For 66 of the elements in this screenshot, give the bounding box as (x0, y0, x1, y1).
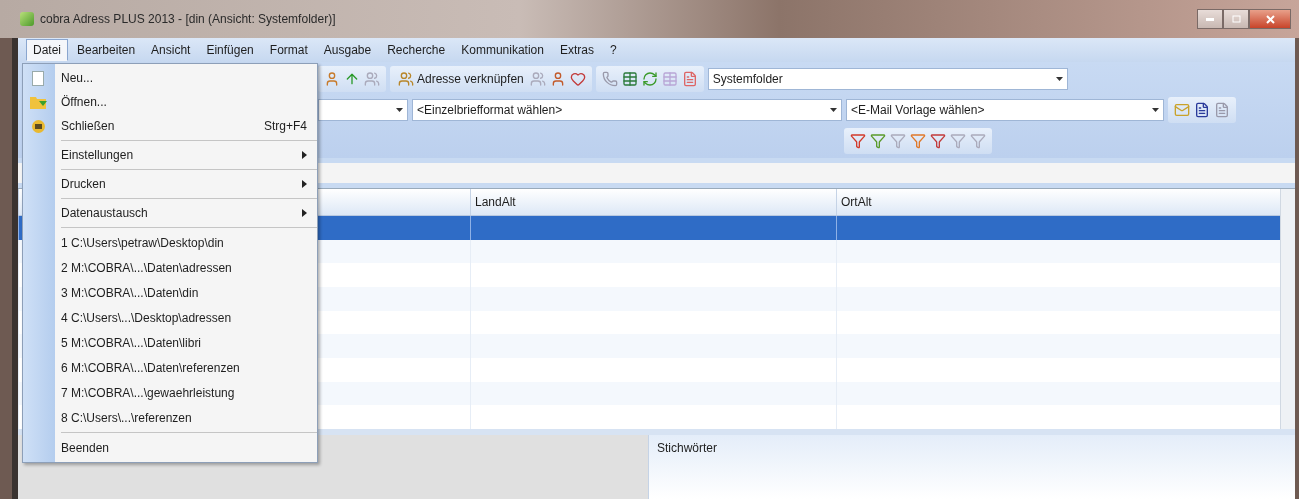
minimize-icon (1206, 17, 1214, 21)
menu-entry[interactable]: 8 C:\Users\...\referenzen (23, 405, 317, 430)
submenu-arrow-icon (302, 151, 307, 159)
dropdown-arrow-icon[interactable] (1152, 108, 1159, 112)
dropdown-arrow-icon[interactable] (1055, 77, 1063, 82)
menu-item[interactable]: Bearbeiten (70, 39, 143, 61)
heart-icon[interactable] (569, 71, 586, 88)
menu-item[interactable]: Ansicht (144, 39, 198, 61)
maximize-icon (1231, 15, 1241, 23)
close-button[interactable] (1249, 9, 1291, 29)
close-icon (1265, 14, 1275, 24)
email-template-select[interactable]: <E-Mail Vorlage wählen> (846, 99, 1164, 121)
submenu-arrow-icon (302, 209, 307, 217)
menu-item[interactable]: Datei (26, 39, 68, 61)
refresh-icon[interactable] (641, 71, 658, 88)
menu-entry[interactable]: Öffnen... (23, 90, 317, 114)
menu-entry[interactable]: 6 M:\COBRA\...\Daten\referenzen (23, 355, 317, 380)
table-icon[interactable] (621, 71, 638, 88)
filter-icon[interactable] (890, 132, 906, 149)
menu-item[interactable]: ? (602, 39, 624, 61)
menu-entry[interactable]: 1 C:\Users\petraw\Desktop\din (23, 230, 317, 255)
menu-entry[interactable]: 5 M:\COBRA\...\Daten\libri (23, 330, 317, 355)
submenu-arrow-icon (302, 180, 307, 188)
menu-item[interactable]: Recherche (380, 39, 453, 61)
filter-icon[interactable] (910, 132, 926, 149)
scrollbar[interactable] (1280, 189, 1295, 429)
panel-title: Stichwörter (657, 441, 718, 455)
people-icon[interactable] (529, 71, 546, 88)
person-icon[interactable] (324, 71, 340, 88)
dropdown-arrow-icon[interactable] (830, 108, 837, 112)
phone-icon[interactable] (601, 71, 618, 88)
menu-entry[interactable]: Schließen Strg+F4 (23, 114, 317, 138)
table-icon[interactable] (661, 71, 678, 88)
filter-icon[interactable] (950, 132, 966, 149)
filter-icon[interactable] (850, 132, 866, 149)
menu-entry[interactable]: Neu... (23, 66, 317, 90)
menu-entry[interactable]: Drucken (23, 172, 317, 196)
filter-icon[interactable] (930, 132, 946, 149)
page-icon (32, 70, 44, 86)
menu-item[interactable]: Kommunikation (454, 39, 551, 61)
letter-format-select[interactable]: <Einzelbriefformat wählen> (412, 99, 842, 121)
menu-entry[interactable]: 7 M:\COBRA\...\gewaehrleistung (23, 380, 317, 405)
menu-item[interactable]: Extras (552, 39, 601, 61)
menu-entry[interactable]: Datenaustausch (23, 201, 317, 225)
folder-select[interactable]: Systemfolder (707, 68, 1068, 91)
people-icon[interactable] (398, 71, 414, 88)
menu-entry[interactable]: 2 M:\COBRA\...\Daten\adressen (23, 255, 317, 280)
menu-entry[interactable]: Einstellungen (23, 143, 317, 167)
dropdown-field[interactable] (318, 99, 408, 121)
maximize-button[interactable] (1223, 9, 1249, 29)
column-header[interactable]: LandAlt (470, 189, 836, 215)
people-icon[interactable] (364, 71, 380, 88)
minimize-button[interactable] (1197, 9, 1223, 29)
filter-icon[interactable] (870, 132, 886, 149)
menu-entry[interactable]: 3 M:\COBRA\...\Daten\din (23, 280, 317, 305)
window-title: cobra Adress PLUS 2013 - [din (Ansicht: Systemfolder)] (40, 12, 336, 26)
dropdown-arrow-icon[interactable] (396, 108, 403, 112)
app-icon (20, 12, 34, 26)
menu-entry[interactable]: Beenden (23, 435, 317, 460)
menu-item[interactable]: Einfügen (199, 39, 261, 61)
document-icon[interactable] (1194, 102, 1210, 118)
menu-entry[interactable]: 4 C:\Users\...\Desktop\adressen (23, 305, 317, 330)
menu-item[interactable]: Format (262, 39, 315, 61)
folder-icon (29, 95, 47, 109)
filter-icon[interactable] (970, 132, 986, 149)
menu-item[interactable]: Ausgabe (316, 39, 379, 61)
